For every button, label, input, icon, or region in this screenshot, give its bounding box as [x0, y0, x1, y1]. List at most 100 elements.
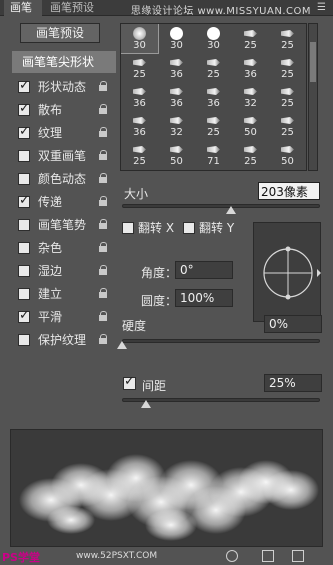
- brush-grid-icon[interactable]: [262, 550, 274, 562]
- sidebar-item-brush-tip-shape[interactable]: 画笔笔尖形状: [12, 51, 116, 73]
- color-dynamics-checkbox[interactable]: [18, 172, 30, 185]
- brush-size-label: 25: [281, 40, 294, 51]
- brush-tip-cell[interactable]: 32: [232, 82, 269, 111]
- spacing-slider-handle[interactable]: [140, 400, 151, 408]
- flip-y-control[interactable]: 翻转 Y: [183, 219, 234, 236]
- lock-icon[interactable]: [99, 242, 108, 253]
- sidebar-item-build-up[interactable]: 建立: [12, 282, 116, 305]
- brush-tip-cell[interactable]: 50: [158, 169, 195, 170]
- hardness-input[interactable]: 0%: [264, 315, 322, 333]
- lock-icon[interactable]: [99, 196, 108, 207]
- sidebar-item-wet-edges[interactable]: 湿边: [12, 259, 116, 282]
- angle-input[interactable]: 0°: [175, 261, 233, 279]
- spacing-checkbox[interactable]: [123, 374, 136, 390]
- sidebar-item-dual-brush[interactable]: 双重画笔: [12, 144, 116, 167]
- sidebar-item-transfer[interactable]: 传递: [12, 190, 116, 213]
- brush-tip-cell[interactable]: 50: [269, 140, 306, 169]
- angle-roundness-widget[interactable]: [253, 222, 321, 322]
- brush-pose-checkbox[interactable]: [18, 218, 30, 231]
- brush-tip-cell[interactable]: 32: [158, 111, 195, 140]
- lock-icon[interactable]: [99, 150, 108, 161]
- brush-panel: 画笔预设 画笔笔尖形状 形状动态 散布 纹理 双重画笔 颜色动态: [0, 17, 333, 565]
- sidebar-item-color-dynamics[interactable]: 颜色动态: [12, 167, 116, 190]
- size-slider-handle[interactable]: [225, 206, 236, 214]
- lock-icon[interactable]: [99, 219, 108, 230]
- lock-icon[interactable]: [99, 288, 108, 299]
- size-slider-track[interactable]: [122, 204, 320, 208]
- brush-tip-cell[interactable]: 36: [158, 82, 195, 111]
- brush-tip-cell[interactable]: 50: [195, 169, 232, 170]
- brush-tip-cell[interactable]: 36: [121, 111, 158, 140]
- protect-texture-checkbox[interactable]: [18, 333, 30, 346]
- brush-tip-cell[interactable]: 25: [232, 140, 269, 169]
- sidebar-item-label: 湿边: [38, 264, 63, 278]
- brush-tip-cell[interactable]: 30: [121, 24, 159, 54]
- brush-tip-cell[interactable]: 25: [269, 24, 306, 53]
- brush-presets-button[interactable]: 画笔预设: [20, 23, 100, 43]
- lock-icon[interactable]: [99, 173, 108, 184]
- brush-tip-cell[interactable]: 25: [121, 53, 158, 82]
- brush-tip-icon: [281, 117, 294, 124]
- brush-size-label: 25: [207, 69, 220, 80]
- wet-edges-checkbox[interactable]: [18, 264, 30, 277]
- spacing-input[interactable]: 25%: [264, 374, 322, 392]
- brush-tip-cell[interactable]: 25: [269, 111, 306, 140]
- sidebar-item-smoothing[interactable]: 平滑: [12, 305, 116, 328]
- texture-checkbox[interactable]: [18, 124, 30, 139]
- lock-icon[interactable]: [99, 334, 108, 345]
- hardness-slider-track[interactable]: [122, 339, 320, 343]
- lock-icon[interactable]: [99, 104, 108, 115]
- shape-dynamics-checkbox[interactable]: [18, 78, 30, 93]
- flip-x-control[interactable]: 翻转 X: [122, 219, 174, 236]
- brush-tip-cell[interactable]: 25: [269, 82, 306, 111]
- build-up-checkbox[interactable]: [18, 287, 30, 300]
- lock-icon[interactable]: [99, 265, 108, 276]
- brush-tip-cell[interactable]: 36: [232, 169, 269, 170]
- size-input[interactable]: 203像素: [258, 182, 320, 200]
- sidebar-item-protect-texture[interactable]: 保护纹理: [12, 328, 116, 351]
- sidebar-item-noise[interactable]: 杂色: [12, 236, 116, 259]
- sidebar-item-scattering[interactable]: 散布: [12, 98, 116, 121]
- panel-menu-icon[interactable]: ☰: [317, 2, 329, 13]
- tab-brush[interactable]: 画笔: [4, 0, 42, 16]
- brush-tip-cell[interactable]: 25: [121, 140, 158, 169]
- transfer-checkbox[interactable]: [18, 193, 30, 208]
- flip-x-checkbox[interactable]: [122, 221, 134, 234]
- lock-icon[interactable]: [99, 127, 108, 138]
- brush-tip-cell[interactable]: 36: [121, 82, 158, 111]
- lock-icon[interactable]: [99, 81, 108, 92]
- dual-brush-checkbox[interactable]: [18, 149, 30, 162]
- brush-tip-cell[interactable]: 36: [195, 82, 232, 111]
- tab-brush-presets[interactable]: 画笔预设: [44, 0, 106, 16]
- brush-tip-cell[interactable]: 25: [269, 53, 306, 82]
- new-brush-icon[interactable]: [292, 550, 304, 562]
- flip-y-checkbox[interactable]: [183, 221, 195, 234]
- brush-tip-cell[interactable]: 30: [158, 24, 195, 53]
- noise-checkbox[interactable]: [18, 241, 30, 254]
- brush-tip-icon: [281, 59, 294, 66]
- brush-tip-cell[interactable]: 25: [232, 24, 269, 53]
- sidebar-item-shape-dynamics[interactable]: 形状动态: [12, 75, 116, 98]
- toggle-live-tip-icon[interactable]: [226, 550, 238, 562]
- sidebar-item-brush-pose[interactable]: 画笔笔势: [12, 213, 116, 236]
- brush-grid-scrollbar[interactable]: [308, 23, 318, 171]
- hardness-slider-handle[interactable]: [117, 341, 127, 349]
- brush-tip-cell[interactable]: 36: [232, 53, 269, 82]
- spacing-slider-track[interactable]: [122, 398, 320, 402]
- smoothing-checkbox[interactable]: [18, 308, 30, 323]
- scrollbar-thumb[interactable]: [310, 42, 316, 82]
- brush-tip-cell[interactable]: 71: [195, 140, 232, 169]
- sidebar-item-texture[interactable]: 纹理: [12, 121, 116, 144]
- roundness-input[interactable]: 100%: [175, 289, 233, 307]
- brush-tip-cell[interactable]: 50: [158, 140, 195, 169]
- lock-icon[interactable]: [99, 311, 108, 322]
- scattering-checkbox[interactable]: [18, 101, 30, 116]
- brush-tip-cell[interactable]: 25: [195, 111, 232, 140]
- brush-tip-cell[interactable]: 30: [195, 24, 232, 53]
- brush-tip-cell[interactable]: 25: [195, 53, 232, 82]
- brush-tip-cell[interactable]: 25: [269, 169, 306, 170]
- brush-tip-cell[interactable]: 50: [232, 111, 269, 140]
- brush-tip-cell[interactable]: 25: [121, 169, 158, 170]
- brush-tip-cell[interactable]: 36: [158, 53, 195, 82]
- brush-size-label: 36: [170, 98, 183, 109]
